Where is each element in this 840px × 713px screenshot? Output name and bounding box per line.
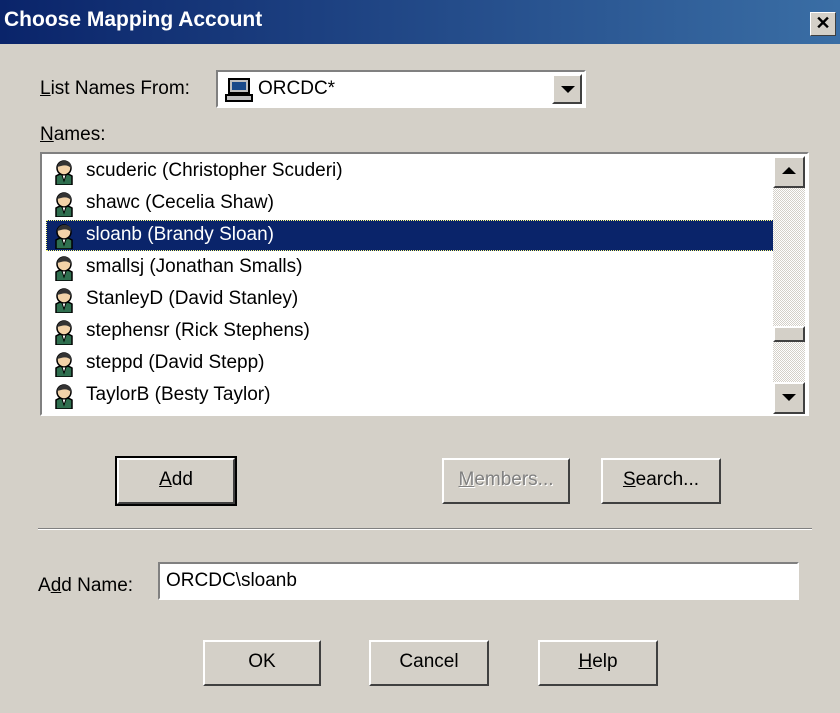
computer-icon (224, 77, 254, 103)
names-listbox[interactable]: scuderic (Christopher Scuderi) shawc (Cec… (40, 152, 809, 416)
cancel-button[interactable]: Cancel (369, 640, 489, 686)
list-item[interactable]: shawc (Cecelia Shaw) (46, 188, 776, 219)
window-title: Choose Mapping Account (4, 8, 263, 31)
dropdown-arrow-button[interactable] (552, 74, 582, 104)
close-button[interactable]: ✕ (810, 12, 836, 36)
choose-mapping-account-dialog: Choose Mapping Account ✕ List Names From… (0, 0, 840, 713)
list-item-label: scuderic (Christopher Scuderi) (86, 160, 343, 181)
user-icon (52, 159, 76, 186)
list-names-from-value: ORCDC* (258, 78, 336, 99)
list-item[interactable]: smallsj (Jonathan Smalls) (46, 252, 776, 283)
add-button[interactable]: Add (115, 456, 237, 506)
user-icon (52, 255, 76, 282)
list-item[interactable]: steppd (David Stepp) (46, 348, 776, 379)
list-item[interactable]: sloanb (Brandy Sloan) (46, 220, 776, 251)
scroll-down-button[interactable] (773, 382, 805, 414)
list-item[interactable]: StanleyD (David Stanley) (46, 284, 776, 315)
list-item-label: smallsj (Jonathan Smalls) (86, 256, 303, 277)
members-button[interactable]: Members... (442, 458, 570, 504)
list-names-from-dropdown[interactable]: ORCDC* (216, 70, 586, 108)
list-item-label: shawc (Cecelia Shaw) (86, 192, 274, 213)
user-icon (52, 287, 76, 314)
user-icon (52, 383, 76, 410)
user-icon (52, 351, 76, 378)
list-item[interactable]: TaylorB (Besty Taylor) (46, 380, 776, 411)
user-icon (52, 191, 76, 218)
add-name-label: Add Name: (38, 575, 134, 596)
chevron-up-icon (782, 167, 796, 174)
separator (38, 528, 812, 530)
user-icon (52, 319, 76, 346)
help-button[interactable]: Help (538, 640, 658, 686)
list-item-label: StanleyD (David Stanley) (86, 288, 299, 309)
list-item[interactable]: scuderic (Christopher Scuderi) (46, 156, 776, 187)
list-names-from-label: List Names From: (40, 78, 190, 99)
list-item-label: stephensr (Rick Stephens) (86, 320, 310, 341)
list-item-label: steppd (David Stepp) (86, 352, 265, 373)
scroll-thumb[interactable] (773, 326, 805, 342)
chevron-down-icon (782, 394, 796, 401)
list-item[interactable]: stephensr (Rick Stephens) (46, 316, 776, 347)
title-bar: Choose Mapping Account ✕ (0, 0, 840, 44)
list-item-label: TaylorB (Besty Taylor) (86, 384, 271, 405)
add-name-value: ORCDC\sloanb (166, 570, 297, 591)
chevron-down-icon (561, 86, 575, 93)
scroll-up-button[interactable] (773, 156, 805, 188)
focus-rect (46, 220, 776, 251)
ok-button[interactable]: OK (203, 640, 321, 686)
names-label: Names: (40, 124, 106, 145)
names-scrollbar[interactable] (773, 156, 805, 414)
search-button[interactable]: Search... (601, 458, 721, 504)
add-name-input[interactable]: ORCDC\sloanb (158, 562, 799, 600)
